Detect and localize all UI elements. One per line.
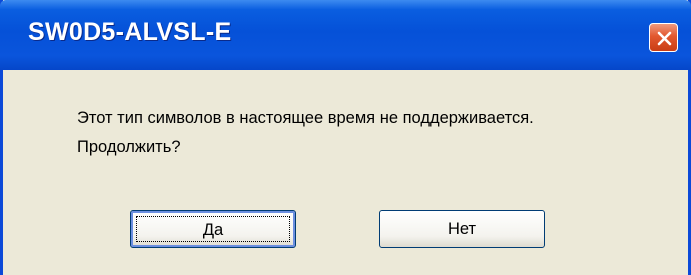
message-line-1: Этот тип символов в настоящее время не п…: [77, 109, 534, 127]
dialog-body: Этот тип символов в настоящее время не п…: [3, 70, 688, 275]
dialog-message: Этот тип символов в настоящее время не п…: [77, 104, 534, 162]
dialog-title: SW0D5-ALVSL-E: [28, 18, 232, 46]
message-line-2: Продолжить?: [77, 138, 181, 156]
title-bar[interactable]: SW0D5-ALVSL-E: [0, 0, 691, 70]
no-button[interactable]: Нет: [379, 210, 545, 248]
close-icon: [657, 31, 672, 46]
dialog-window: SW0D5-ALVSL-E Этот тип символов в настоя…: [0, 0, 691, 275]
yes-button[interactable]: Да: [130, 210, 296, 248]
no-button-label: Нет: [447, 220, 477, 238]
yes-button-label: Да: [136, 216, 290, 242]
close-button[interactable]: [649, 23, 678, 52]
